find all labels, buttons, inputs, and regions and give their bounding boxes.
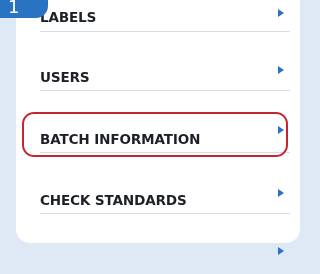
menu-item-next[interactable] [40,244,290,274]
menu-item-label: CHECK STANDARDS [40,193,187,209]
divider [40,213,290,214]
caret-right-icon [278,9,284,17]
highlight-ring [22,112,288,157]
divider [40,31,290,32]
step-number-badge: 1 [0,0,48,18]
caret-right-icon [278,189,284,197]
menu-item-labels[interactable]: LABELS [40,4,290,34]
caret-right-icon [278,66,284,74]
menu-item-check-standards[interactable]: CHECK STANDARDS [40,186,290,216]
caret-right-icon [278,247,284,255]
divider [40,90,290,91]
menu-item-label: LABELS [40,10,97,26]
menu-item-users[interactable]: USERS [40,62,290,92]
menu-item-label: USERS [40,70,90,86]
